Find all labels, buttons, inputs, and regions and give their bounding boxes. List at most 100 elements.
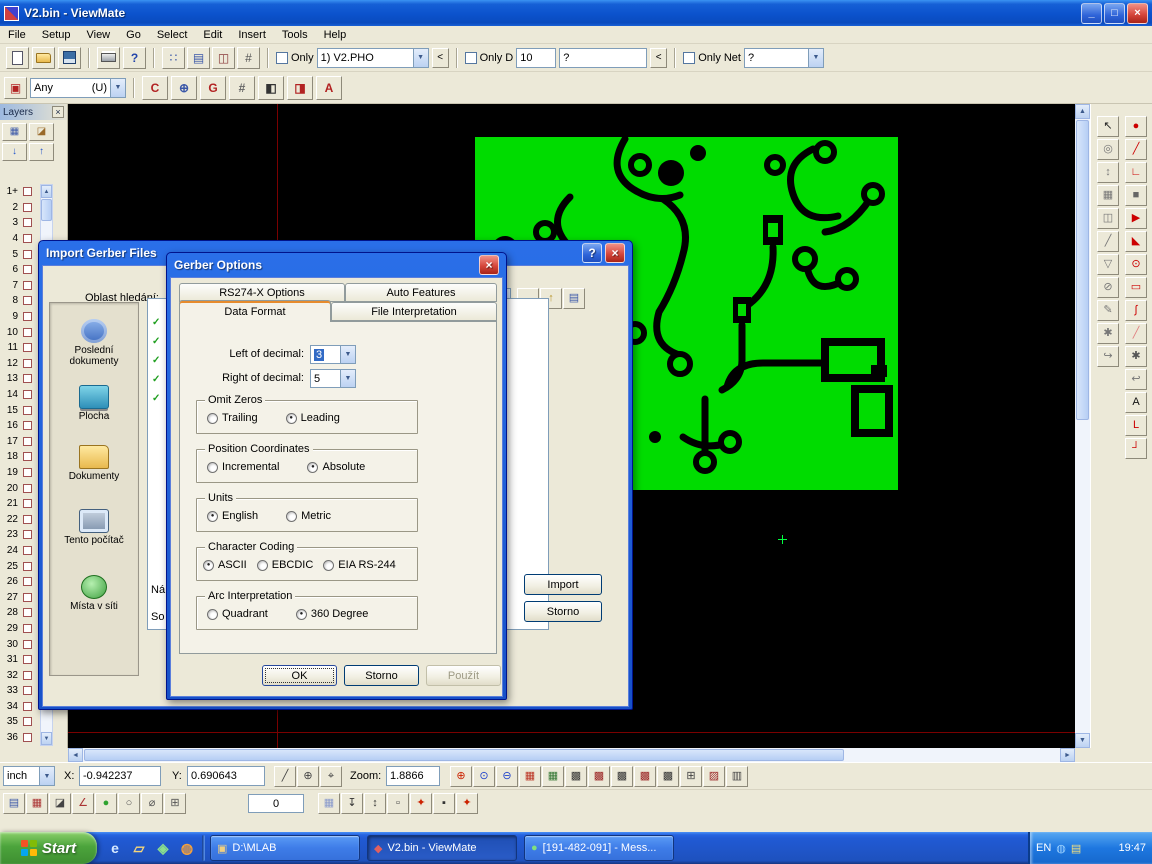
layer-color-box[interactable]: [23, 608, 32, 617]
palette-tool-button[interactable]: ◫: [1097, 208, 1119, 229]
radio-option[interactable]: Trailing: [207, 412, 258, 424]
dialog-close-button[interactable]: ×: [479, 255, 499, 275]
layer-row[interactable]: 13: [0, 371, 40, 387]
view-tool-button[interactable]: ▨: [703, 766, 725, 787]
unit-combo[interactable]: inch ▼: [3, 766, 55, 786]
layer-color-box[interactable]: [23, 546, 32, 555]
import-button[interactable]: Import: [524, 574, 602, 595]
layer-row[interactable]: 9: [0, 309, 40, 325]
dcode-input[interactable]: 10: [516, 48, 556, 68]
palette-tool-button[interactable]: ┘: [1125, 438, 1147, 459]
measure-tool-button[interactable]: ⊕: [297, 766, 319, 787]
quick-launch-icon[interactable]: e: [105, 838, 125, 858]
rotation-value-field[interactable]: 0: [248, 794, 304, 813]
palette-tool-button[interactable]: ╱: [1125, 139, 1147, 160]
layer-row[interactable]: 24: [0, 543, 40, 559]
menu-item[interactable]: Edit: [195, 28, 230, 42]
layer-row[interactable]: 5: [0, 246, 40, 262]
task-button-messenger[interactable]: ● [191-482-091] - Mess...: [524, 835, 674, 861]
radio-option[interactable]: ●Leading: [286, 412, 340, 424]
filter-tool-button[interactable]: G: [200, 76, 226, 100]
palette-tool-button[interactable]: L: [1125, 415, 1147, 436]
layer-color-box[interactable]: [23, 624, 32, 633]
new-file-button[interactable]: [6, 47, 29, 69]
filter-tool-button[interactable]: ◨: [287, 76, 313, 100]
menu-item[interactable]: Help: [316, 28, 355, 42]
layer-row[interactable]: 22: [0, 511, 40, 527]
palette-tool-button[interactable]: ╱: [1125, 323, 1147, 344]
tab-data-format[interactable]: Data Format: [179, 300, 331, 322]
layer-color-box[interactable]: [23, 655, 32, 664]
layer-color-box[interactable]: [23, 343, 32, 352]
grid-tool-button[interactable]: ↧: [341, 793, 363, 814]
place-desktop[interactable]: Plocha: [50, 385, 138, 422]
scroll-down-icon[interactable]: ▼: [1075, 733, 1090, 748]
place-computer[interactable]: Tento počítač: [50, 509, 138, 546]
layer-color-box[interactable]: [23, 406, 32, 415]
layer-color-box[interactable]: [23, 390, 32, 399]
palette-tool-button[interactable]: ↪: [1097, 346, 1119, 367]
layers-panel-tool-button[interactable]: ▦: [2, 123, 27, 141]
close-button[interactable]: ×: [1127, 3, 1148, 24]
layer-color-box[interactable]: [23, 265, 32, 274]
layer-row[interactable]: 1+: [0, 184, 40, 200]
view-tool-button[interactable]: ⊞: [680, 766, 702, 787]
layer-color-box[interactable]: [23, 593, 32, 602]
measure-tool-button[interactable]: ⌖: [320, 766, 342, 787]
menu-item[interactable]: Go: [118, 28, 149, 42]
display-tool-button[interactable]: ○: [118, 793, 140, 814]
dcode-tool-button[interactable]: ∷: [162, 47, 185, 69]
palette-tool-button[interactable]: ◣: [1125, 231, 1147, 252]
layer-row[interactable]: 6: [0, 262, 40, 278]
language-indicator[interactable]: EN: [1036, 842, 1051, 854]
right-decimal-combo[interactable]: 5 ▼: [310, 369, 356, 388]
options-dialog-titlebar[interactable]: Gerber Options ×: [170, 253, 503, 277]
scroll-down-icon[interactable]: ▼: [41, 732, 52, 745]
start-button[interactable]: Start: [0, 832, 97, 864]
palette-tool-button[interactable]: ◎: [1097, 139, 1119, 160]
layer-color-box[interactable]: [23, 328, 32, 337]
menu-item[interactable]: Select: [149, 28, 196, 42]
layers-panel-header[interactable]: Layers ×: [0, 104, 67, 120]
scroll-up-icon[interactable]: ▲: [41, 185, 52, 198]
radio-option[interactable]: Metric: [286, 510, 331, 522]
grid-tool-button[interactable]: ▫: [387, 793, 409, 814]
layers-scroll-thumb[interactable]: [41, 199, 52, 221]
layers-panel-tool-button[interactable]: ↑: [29, 143, 54, 161]
palette-tool-button[interactable]: ⊙: [1125, 254, 1147, 275]
layer-color-box[interactable]: [23, 452, 32, 461]
layer-color-box[interactable]: [23, 562, 32, 571]
palette-tool-button[interactable]: ↕: [1097, 162, 1119, 183]
print-button[interactable]: [97, 47, 120, 69]
view-tool-button[interactable]: ▥: [726, 766, 748, 787]
only-layer-checkbox[interactable]: Only: [276, 52, 314, 64]
item-filter-combo[interactable]: Any (U) ▼: [30, 78, 126, 98]
layer-row[interactable]: 30: [0, 636, 40, 652]
palette-tool-button[interactable]: ✱: [1097, 323, 1119, 344]
tab-auto-features[interactable]: Auto Features: [345, 283, 497, 302]
menu-item[interactable]: Setup: [34, 28, 79, 42]
grid-tool-button[interactable]: ✦: [456, 793, 478, 814]
dcode-tool-button[interactable]: #: [237, 47, 260, 69]
layer-row[interactable]: 25: [0, 558, 40, 574]
layer-row[interactable]: 29: [0, 621, 40, 637]
radio-option[interactable]: ●360 Degree: [296, 608, 369, 620]
radio-option[interactable]: ●ASCII: [203, 559, 247, 571]
menu-item[interactable]: View: [78, 28, 118, 42]
open-file-button[interactable]: [32, 47, 55, 69]
quick-launch-icon[interactable]: ◍: [177, 838, 197, 858]
task-button-viewmate[interactable]: ◆ V2.bin - ViewMate: [367, 835, 517, 861]
menu-item[interactable]: Tools: [274, 28, 316, 42]
palette-tool-button[interactable]: ▶: [1125, 208, 1147, 229]
clock[interactable]: 19:47: [1118, 842, 1146, 854]
layer-row[interactable]: 12: [0, 356, 40, 372]
radio-option[interactable]: ●Absolute: [307, 461, 365, 473]
place-network[interactable]: Místa v síti: [50, 575, 138, 612]
dialog-help-button[interactable]: ?: [582, 243, 602, 263]
layer-row[interactable]: 7: [0, 278, 40, 294]
layer-color-box[interactable]: [23, 374, 32, 383]
layer-row[interactable]: 32: [0, 667, 40, 683]
quick-launch-icon[interactable]: ▱: [129, 838, 149, 858]
view-tool-button[interactable]: ▩: [588, 766, 610, 787]
layer-color-box[interactable]: [23, 717, 32, 726]
